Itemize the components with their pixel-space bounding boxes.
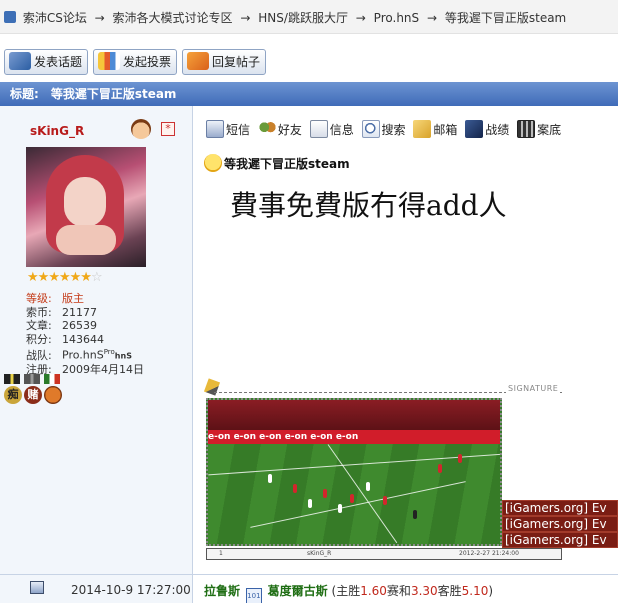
friends-icon (257, 120, 276, 138)
igamers-banner[interactable]: [iGamers.org] Ev (502, 516, 618, 532)
breadcrumb-current-thread[interactable]: 等我遲下冒正版steam (445, 11, 566, 25)
smile-icon (204, 154, 222, 172)
breadcrumb-link-forum[interactable]: 索沛CS论坛 (23, 11, 87, 25)
post: sKinG_R * ★★★★★★☆ 等级: 版主 索币: 21177 文章: 2653… (0, 106, 618, 603)
stat-points: 积分: 143644 (26, 332, 104, 346)
signature-ad-board: e-on e-on e-on e-on e-on e-on (208, 430, 500, 444)
mail-icon (413, 120, 432, 138)
stat-team: 战队: Pro.hnSProhnS (26, 348, 132, 362)
away-team[interactable]: 葛度爾古斯 (268, 584, 328, 598)
breadcrumb-link-board[interactable]: HNS/跳跃服大厅 (258, 11, 348, 25)
odd-draw: 3.30 (410, 584, 438, 598)
odd-away: 5.10 (461, 584, 489, 598)
signature-info-strip: 1 sKinG_R 2012-2-27 21:24:00 (206, 548, 562, 560)
post-content-panel: 短信 好友 信息 搜索 邮箱 战绩 案底 等我遲下冒正版steam 費事免費版冇… (194, 106, 618, 574)
battle-record-button[interactable]: 战绩 (465, 120, 509, 138)
vs-icon: 101 (245, 588, 262, 603)
avatar (26, 147, 146, 267)
stat-level: 等级: 版主 (26, 292, 84, 305)
thread-title: 等我遲下冒正版steam (50, 87, 177, 101)
case-record-button[interactable]: 案底 (517, 120, 561, 138)
sms-icon (206, 120, 224, 138)
mail-button[interactable]: 邮箱 (413, 120, 457, 138)
post-footer-meta: 2014-10-9 17:27:00 (0, 575, 193, 603)
breadcrumb-link-section[interactable]: 索沛各大模式讨论专区 (113, 11, 233, 25)
igamers-banners: [iGamers.org] Ev [iGamers.org] Ev [iGame… (502, 500, 618, 548)
post-title: 等我遲下冒正版steam (204, 154, 350, 172)
stat-posts: 文章: 26539 (26, 319, 97, 332)
stat-coins: 索币: 21177 (26, 305, 97, 319)
info-button[interactable]: 信息 (309, 120, 354, 138)
star-icon: ★ (48, 270, 60, 285)
thread-title-bar: 标题: 等我遲下冒正版steam (0, 82, 618, 106)
new-topic-button[interactable]: 发表话题 (4, 49, 88, 75)
sms-button[interactable]: 短信 (206, 120, 250, 138)
breadcrumb-separator: → (426, 11, 438, 25)
search-button[interactable]: 搜索 (361, 120, 406, 138)
post-toolbar: 短信 好友 信息 搜索 邮箱 战绩 案底 (206, 120, 565, 138)
star-icon: ★ (37, 270, 50, 285)
author-panel: sKinG_R * ★★★★★★☆ 等级: 版主 索币: 21177 文章: 2653… (0, 106, 193, 603)
reply-label: 回复帖子 (212, 55, 261, 69)
new-poll-label: 发起投票 (123, 55, 172, 69)
star-icon: ★ (27, 270, 39, 285)
breadcrumb-separator: → (355, 11, 366, 25)
igamers-banner[interactable]: [iGamers.org] Ev (502, 532, 618, 548)
new-topic-icon (9, 52, 31, 70)
report-flag-icon[interactable]: * (161, 122, 175, 136)
face-icon (131, 119, 151, 139)
breadcrumb-separator: → (240, 11, 251, 25)
breadcrumb-separator: → (94, 11, 105, 25)
post-body: 費事免費版冇得add人 (230, 189, 507, 222)
medal-icon: 赌 (24, 374, 42, 406)
battle-icon (465, 120, 484, 138)
signature-image: e-on e-on e-on e-on e-on e-on (206, 398, 502, 546)
post-footer: 2014-10-9 17:27:00 拉鲁斯 101 葛度爾古斯 (主胜1.60… (0, 574, 618, 603)
star-empty-icon: ☆ (90, 270, 103, 285)
author-stats: 等级: 版主 索币: 21177 文章: 26539 积分: 143644 战队: Pro… (26, 292, 144, 377)
poll-chart-icon (98, 52, 120, 70)
record-icon (517, 120, 536, 138)
star-icon: ★ (58, 270, 71, 285)
home-team[interactable]: 拉鲁斯 (204, 584, 240, 598)
new-poll-button[interactable]: 发起投票 (93, 49, 177, 75)
author-username[interactable]: sKinG_R (30, 124, 84, 138)
post-time: 2014-10-9 17:27:00 (71, 583, 191, 597)
computer-icon (30, 581, 44, 594)
star-icon: ★ (69, 270, 82, 285)
search-icon (361, 120, 380, 138)
pencil-icon (203, 378, 221, 396)
odd-home: 1.60 (360, 584, 387, 598)
forum-home-icon[interactable] (4, 11, 16, 23)
star-icon: ★ (80, 270, 92, 285)
breadcrumb-link-subboard[interactable]: Pro.hnS (374, 11, 419, 25)
reply-icon (187, 52, 209, 70)
breadcrumb: 索沛CS论坛 → 索沛各大模式讨论专区 → HNS/跳跃服大厅 → Pro.hn… (0, 0, 618, 34)
medal-basketball-icon (44, 374, 62, 406)
medal-icon: 痴 (4, 374, 22, 406)
thread-title-label: 标题: (10, 87, 39, 101)
match-odds: 拉鲁斯 101 葛度爾古斯 (主胜1.60赛和3.30客胜5.10) (204, 582, 493, 603)
new-topic-label: 发表话题 (34, 55, 83, 69)
info-document-icon (309, 120, 328, 138)
friend-button[interactable]: 好友 (257, 120, 302, 138)
igamers-banner[interactable]: [iGamers.org] Ev (502, 500, 618, 516)
rank-stars: ★★★★★★☆ (27, 270, 103, 285)
reply-button[interactable]: 回复帖子 (182, 49, 266, 75)
signature-label: SIGNATURE (506, 384, 561, 393)
